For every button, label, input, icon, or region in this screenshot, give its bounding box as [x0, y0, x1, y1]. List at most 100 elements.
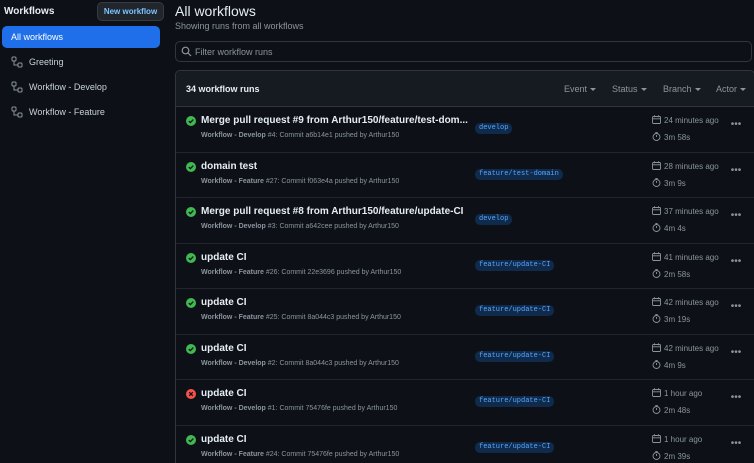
- calendar-icon: [652, 433, 661, 443]
- run-title[interactable]: update CI: [201, 343, 469, 354]
- more-options-button[interactable]: •••: [729, 165, 743, 179]
- run-title[interactable]: Merge pull request #9 from Arthur150/fea…: [201, 115, 469, 126]
- actor-filter-dropdown[interactable]: Actor: [716, 84, 746, 94]
- sidebar-item-workflow-feature[interactable]: Workflow - Feature: [2, 101, 160, 123]
- run-meta: Workflow - Develop #1: Commit 75476fe pu…: [201, 405, 397, 412]
- run-duration-text: 4m 4s: [664, 224, 686, 233]
- success-check-icon: [186, 434, 196, 445]
- sidebar-title: Workflows: [4, 6, 55, 17]
- workflow-run-row[interactable]: Merge pull request #9 from Arthur150/fea…: [176, 107, 754, 153]
- more-options-button[interactable]: •••: [729, 347, 743, 361]
- run-title[interactable]: Merge pull request #8 from Arthur150/fea…: [201, 206, 469, 217]
- more-options-button[interactable]: •••: [729, 211, 743, 224]
- more-options-button[interactable]: •••: [729, 120, 743, 133]
- branch-badge[interactable]: feature/update-CI: [475, 350, 555, 362]
- run-workflow-name: Workflow - Develop: [201, 132, 266, 139]
- branch-filter-dropdown[interactable]: Branch: [663, 84, 701, 94]
- workflow-run-row[interactable]: update CI Workflow - Feature #24: Commit…: [176, 426, 754, 463]
- run-workflow-name: Workflow - Develop: [201, 223, 266, 230]
- workflow-run-row[interactable]: update CI Workflow - Develop #2: Commit …: [176, 335, 754, 380]
- more-options-button[interactable]: •••: [729, 302, 743, 315]
- run-duration: 2m 58s: [652, 268, 691, 279]
- sidebar-item-all-workflows[interactable]: All workflows: [2, 26, 160, 48]
- run-duration-text: 3m 19s: [664, 315, 691, 324]
- success-check-icon: [186, 161, 196, 172]
- filter-box: [175, 41, 752, 62]
- more-options-button[interactable]: •••: [729, 256, 743, 270]
- branch-badge[interactable]: feature/update-CI: [475, 441, 555, 453]
- run-time: 28 minutes ago: [652, 160, 719, 171]
- branch-badge[interactable]: develop: [475, 123, 513, 134]
- more-options-button[interactable]: •••: [729, 438, 743, 452]
- run-time-text: 37 minutes ago: [664, 207, 719, 216]
- search-icon: [181, 46, 192, 57]
- stopwatch-icon: [652, 132, 661, 141]
- sidebar: Workflows New workflow All workflows Gre…: [0, 0, 166, 463]
- sidebar-item-label: Workflow - Develop: [29, 82, 107, 92]
- calendar-icon: [652, 251, 661, 261]
- workflow-run-row[interactable]: update CI Workflow - Develop #1: Commit …: [176, 380, 754, 426]
- run-time: 37 minutes ago: [652, 206, 719, 216]
- branch-badge[interactable]: feature/test-domain: [475, 168, 563, 180]
- run-title[interactable]: update CI: [201, 388, 469, 399]
- more-options-button[interactable]: •••: [729, 393, 743, 406]
- status-filter-dropdown[interactable]: Status: [612, 84, 647, 94]
- workflow-run-row[interactable]: Merge pull request #8 from Arthur150/fea…: [176, 198, 754, 244]
- run-time: 24 minutes ago: [652, 115, 719, 125]
- run-time-text: 1 hour ago: [664, 434, 703, 444]
- workflow-run-row[interactable]: update CI Workflow - Feature #26: Commit…: [176, 244, 754, 289]
- filter-runs-input[interactable]: [195, 45, 735, 59]
- run-time-text: 41 minutes ago: [664, 252, 719, 262]
- run-meta: Workflow - Feature #25: Commit 8a044c3 p…: [201, 314, 401, 321]
- run-time-text: 42 minutes ago: [664, 298, 719, 307]
- branch-badge[interactable]: feature/update-CI: [475, 305, 555, 316]
- run-workflow-name: Workflow - Develop: [201, 359, 266, 367]
- stopwatch-icon: [652, 405, 661, 414]
- stopwatch-icon: [652, 268, 661, 278]
- sidebar-item-workflow-develop[interactable]: Workflow - Develop: [2, 76, 160, 98]
- event-filter-dropdown[interactable]: Event: [564, 84, 596, 94]
- workflow-run-row[interactable]: domain test Workflow - Feature #27: Comm…: [176, 153, 754, 198]
- calendar-icon: [652, 160, 661, 170]
- run-title[interactable]: domain test: [201, 161, 469, 172]
- run-workflow-name: Workflow - Feature: [201, 314, 264, 321]
- run-title[interactable]: update CI: [201, 434, 469, 445]
- workflow-icon: [11, 56, 23, 68]
- page-subtitle: Showing runs from all workflows: [175, 21, 304, 31]
- run-duration: 2m 48s: [652, 405, 690, 415]
- runs-count: 34 workflow runs: [186, 84, 260, 94]
- calendar-icon: [652, 388, 661, 397]
- run-duration: 3m 58s: [652, 132, 690, 142]
- main-content: All workflows Showing runs from all work…: [166, 0, 754, 463]
- stopwatch-icon: [652, 314, 661, 323]
- sidebar-header: Workflows New workflow: [4, 0, 166, 24]
- run-duration: 3m 19s: [652, 314, 690, 324]
- run-meta: Workflow - Develop #4: Commit a6b14e1 pu…: [201, 132, 399, 139]
- run-commit-info: #27: Commit f063e4a pushed by Arthur150: [263, 177, 400, 185]
- branch-badge[interactable]: develop: [475, 214, 513, 225]
- run-title[interactable]: update CI: [201, 252, 469, 263]
- run-time: 1 hour ago: [652, 433, 703, 444]
- run-time-text: 28 minutes ago: [664, 161, 719, 171]
- success-check-icon: [186, 116, 196, 126]
- sidebar-item-greeting[interactable]: Greeting: [2, 51, 160, 73]
- calendar-icon: [652, 297, 661, 306]
- run-commit-info: #3: Commit a642cee pushed by Arthur150: [265, 223, 399, 230]
- run-duration-text: 2m 39s: [664, 451, 691, 461]
- run-time-text: 42 minutes ago: [664, 343, 719, 353]
- run-duration-text: 4m 9s: [664, 360, 686, 370]
- calendar-icon: [652, 115, 661, 124]
- run-title[interactable]: update CI: [201, 297, 469, 308]
- stopwatch-icon: [652, 223, 661, 232]
- calendar-icon: [652, 206, 661, 215]
- runs-table-header: 34 workflow runs Event Status Branch Act…: [176, 71, 754, 107]
- run-duration-text: 3m 58s: [664, 133, 691, 142]
- run-duration-text: 2m 58s: [664, 269, 691, 279]
- branch-badge[interactable]: feature/update-CI: [475, 396, 555, 407]
- run-meta: Workflow - Develop #3: Commit a642cee pu…: [201, 223, 399, 230]
- run-commit-info: #24: Commit 75476fe pushed by Arthur150: [263, 450, 400, 458]
- branch-badge[interactable]: feature/update-CI: [475, 259, 555, 271]
- workflow-run-row[interactable]: update CI Workflow - Feature #25: Commit…: [176, 289, 754, 335]
- new-workflow-button[interactable]: New workflow: [97, 2, 164, 21]
- success-check-icon: [186, 343, 196, 354]
